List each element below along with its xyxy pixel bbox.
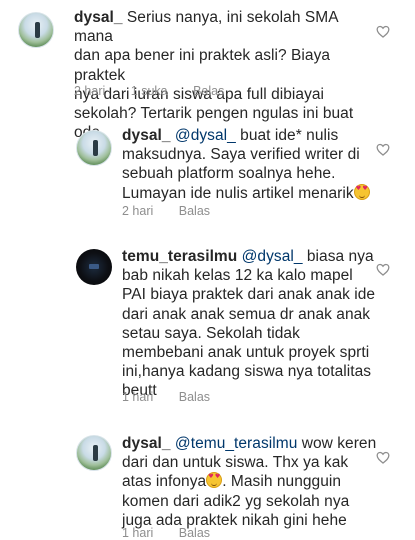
comment-time: 1 hari (122, 526, 154, 540)
comment-line: setau saya. Sekolah tidak (122, 324, 300, 342)
comment-username[interactable]: dysal_ (74, 9, 123, 26)
comment-line: dan apa bener ini praktek asli? Biaya pr… (74, 47, 331, 84)
comment-time: 2 hari (122, 204, 154, 218)
comment-time: 2 hari (74, 84, 106, 98)
comment-text: temu_terasilmu @dysal_ biasa nya bab nik… (122, 247, 382, 401)
reply-button[interactable]: Balas (179, 204, 210, 218)
comment-line: bab nikah kelas 12 ka kalo mapel (122, 267, 353, 285)
comment-likes[interactable]: 1 suka (131, 84, 168, 98)
reply-comment-item: dysal_ @dysal_ buat ide* nulis maksudnya… (0, 110, 415, 240)
comment-meta: 2 hari Balas (122, 204, 210, 218)
smiling-face-with-heart-eyes-emoji (353, 183, 370, 200)
comment-line: Lumayan ide nulis artikel menarik (122, 184, 354, 202)
comment-username[interactable]: temu_terasilmu (122, 248, 237, 265)
comment-line: sebuah platform soalnya hehe. (122, 165, 336, 183)
smiling-face-with-heart-eyes-emoji (206, 472, 223, 489)
avatar[interactable] (76, 435, 112, 471)
comment-line: biasa nya (302, 248, 374, 265)
reply-comment-item: temu_terasilmu @dysal_ biasa nya bab nik… (0, 240, 415, 420)
avatar[interactable] (76, 249, 112, 285)
heart-outline-icon[interactable] (376, 451, 390, 464)
comment-meta: 1 hari Balas (122, 526, 210, 540)
heart-outline-icon[interactable] (376, 263, 390, 276)
comment-line: dari anak anak semua dr anak anak (122, 305, 371, 323)
reply-button[interactable]: Balas (179, 526, 210, 540)
reply-button[interactable]: Balas (179, 390, 210, 404)
comment-meta: 2 hari 1 suka Balas (74, 84, 224, 98)
comment-mention[interactable]: @temu_terasilmu (175, 435, 297, 452)
avatar[interactable] (76, 130, 112, 166)
comment-username[interactable]: dysal_ (122, 435, 171, 452)
heart-outline-icon[interactable] (376, 143, 390, 156)
comment-line: PAI biaya praktek dari anak anak ide (122, 286, 376, 304)
comment-line: buat ide* nulis (235, 127, 339, 144)
comment-line: . Masih nungguin (222, 473, 342, 491)
comment-item: dysal_ Serius nanya, ini sekolah SMA man… (0, 0, 415, 141)
comment-line: ini,hanya kadang siswa nya totalitas (122, 363, 372, 381)
comment-text: dysal_ @dysal_ buat ide* nulis maksudnya… (122, 126, 382, 203)
heart-outline-icon[interactable] (376, 25, 390, 38)
comment-meta: 1 hari Balas (122, 390, 210, 404)
comment-text: dysal_ @temu_terasilmu wow keren dari da… (122, 434, 382, 530)
comment-mention[interactable]: @dysal_ (242, 248, 303, 265)
comment-line: membebani anak untuk proyek sprti (122, 344, 370, 362)
comment-line: atas infonya (122, 473, 207, 491)
comment-username[interactable]: dysal_ (122, 127, 171, 144)
avatar[interactable] (18, 12, 54, 48)
reply-comment-item: dysal_ @temu_terasilmu wow keren dari da… (0, 420, 415, 540)
comment-mention[interactable]: @dysal_ (175, 127, 236, 144)
comment-line: komen dari adik2 yg sekolah nya (122, 492, 350, 510)
reply-button[interactable]: Balas (193, 84, 224, 98)
comment-time: 1 hari (122, 390, 154, 404)
comment-line: dari dan untuk siswa. Thx ya kak (122, 454, 349, 472)
comment-line: maksudnya. Saya verified writer di (122, 146, 360, 164)
comment-line: wow keren (297, 435, 377, 452)
